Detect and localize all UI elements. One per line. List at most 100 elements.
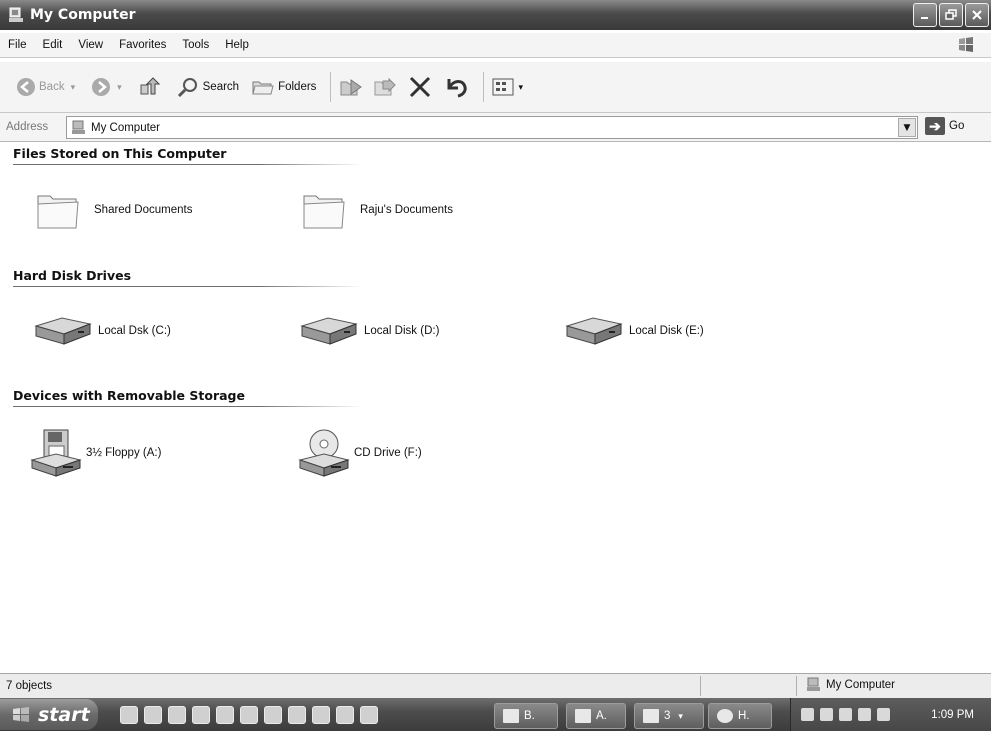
item-label: Shared Documents xyxy=(94,204,193,216)
views-grid-icon xyxy=(492,78,514,96)
quick-launch-icon[interactable] xyxy=(360,705,378,724)
network-icon[interactable] xyxy=(820,708,833,721)
copy-to-icon xyxy=(374,77,397,96)
quick-launch-icon[interactable] xyxy=(192,705,210,724)
shared-documents-item[interactable]: Shared Documents xyxy=(34,188,192,232)
item-label: Local Disk (D:) xyxy=(364,325,440,337)
system-tray: 1:09 PM xyxy=(790,698,991,731)
task-label: H. xyxy=(738,710,750,722)
menu-tools[interactable]: Tools xyxy=(174,39,217,51)
go-button[interactable]: ➔ Go xyxy=(925,117,964,135)
window-title: My Computer xyxy=(30,7,136,23)
quick-launch-icon[interactable] xyxy=(240,705,258,724)
word-icon[interactable] xyxy=(216,705,234,724)
minimize-button[interactable] xyxy=(913,3,937,27)
object-count: 7 objects xyxy=(6,680,53,692)
task-button-image[interactable]: A. xyxy=(566,703,626,729)
quick-launch-icon[interactable] xyxy=(264,705,282,724)
local-disk-e-item[interactable]: Local Disk (E:) xyxy=(563,314,704,348)
quick-launch-icon[interactable] xyxy=(120,705,138,724)
quick-launch-icon[interactable] xyxy=(288,705,306,724)
floppy-a-item[interactable]: 3½ Floppy (A:) xyxy=(30,428,161,478)
browser-icon[interactable] xyxy=(144,705,162,724)
task-button-word[interactable]: B. xyxy=(494,703,558,729)
search-label: Search xyxy=(202,81,240,93)
local-disk-d-item[interactable]: Local Disk (D:) xyxy=(298,314,439,348)
tray-icon[interactable] xyxy=(877,708,890,721)
image-app-icon xyxy=(575,709,591,723)
menu-help[interactable]: Help xyxy=(217,39,257,51)
toolbar: Back ▾ ▾ Search Folders ▾ xyxy=(0,62,991,113)
quick-launch-icon[interactable] xyxy=(312,705,330,724)
status-location-label: My Computer xyxy=(826,679,896,691)
rajus-documents-item[interactable]: Raju's Documents xyxy=(300,188,453,232)
content-pane: Files Stored on This Computer Shared Doc… xyxy=(0,142,991,667)
group-title-files: Files Stored on This Computer xyxy=(13,146,227,161)
task-button-help[interactable]: H. xyxy=(708,703,772,729)
delete-x-icon xyxy=(410,76,431,98)
close-button[interactable] xyxy=(965,3,989,27)
folders-button[interactable]: Folders xyxy=(251,77,316,97)
group-title-drives: Hard Disk Drives xyxy=(13,268,132,283)
group-divider xyxy=(13,406,363,407)
task-button-folders-group[interactable]: 3 ▾ xyxy=(634,703,704,729)
folders-icon xyxy=(252,81,274,95)
toolbar-separator-2 xyxy=(483,72,485,102)
move-to-button[interactable] xyxy=(339,76,363,98)
forward-arrow-icon xyxy=(92,78,111,96)
close-icon xyxy=(972,10,982,20)
title-bar[interactable]: My Computer xyxy=(0,0,991,30)
item-label: Local Disk (E:) xyxy=(629,325,704,337)
search-button[interactable]: Search xyxy=(176,76,239,98)
start-button[interactable]: start xyxy=(0,699,98,730)
up-folder-icon xyxy=(140,77,160,95)
views-dropdown-icon[interactable]: ▾ xyxy=(518,82,523,93)
chevron-down-icon: ▼ xyxy=(903,122,911,133)
address-input[interactable]: My Computer ▼ xyxy=(66,116,918,139)
undo-button[interactable] xyxy=(443,75,469,99)
back-dropdown-icon[interactable]: ▾ xyxy=(71,82,76,93)
address-bar: Address My Computer ▼ ➔ Go xyxy=(0,113,991,142)
status-divider xyxy=(796,676,797,696)
address-value: My Computer xyxy=(91,121,161,134)
menu-file[interactable]: File xyxy=(0,39,35,51)
clock[interactable]: 1:09 PM xyxy=(931,709,974,721)
tray-icon[interactable] xyxy=(801,708,814,721)
taskbar: start B. A. 3 ▾ H. 1:09 PM xyxy=(0,698,991,731)
quick-launch xyxy=(120,705,378,724)
forward-button[interactable]: ▾ xyxy=(91,77,122,97)
restore-button[interactable] xyxy=(939,3,963,27)
back-arrow-icon xyxy=(17,78,35,96)
item-label: CD Drive (F:) xyxy=(354,447,422,459)
up-folder-button[interactable] xyxy=(138,76,160,98)
floppy-drive-icon xyxy=(30,429,82,477)
restore-icon xyxy=(945,9,957,20)
menu-view[interactable]: View xyxy=(70,39,111,51)
windows-flag-icon xyxy=(13,706,29,722)
back-button[interactable]: Back ▾ xyxy=(16,77,75,97)
word-doc-icon xyxy=(503,709,519,723)
menu-edit[interactable]: Edit xyxy=(35,39,71,51)
folders-label: Folders xyxy=(278,81,317,93)
menu-favorites[interactable]: Favorites xyxy=(111,39,174,51)
tray-icon[interactable] xyxy=(858,708,871,721)
go-arrow-icon: ➔ xyxy=(925,117,945,135)
status-location: My Computer xyxy=(806,677,895,693)
address-dropdown-button[interactable]: ▼ xyxy=(898,118,916,137)
quick-launch-icon[interactable] xyxy=(168,705,186,724)
tray-icon[interactable] xyxy=(839,708,852,721)
local-disk-c-item[interactable]: Local Dsk (C:) xyxy=(32,314,171,348)
move-to-icon xyxy=(340,79,363,96)
toolbar-separator xyxy=(330,72,332,102)
folder-icon xyxy=(303,195,345,229)
cd-drive-icon xyxy=(298,429,350,477)
quick-launch-icon[interactable] xyxy=(336,705,354,724)
copy-to-button[interactable] xyxy=(373,76,397,98)
views-button[interactable]: ▾ xyxy=(492,77,523,97)
my-computer-small-icon xyxy=(807,677,820,691)
delete-button[interactable] xyxy=(407,75,433,99)
start-label: start xyxy=(38,703,90,726)
cd-drive-f-item[interactable]: CD Drive (F:) xyxy=(298,428,422,478)
group-divider xyxy=(13,164,363,165)
forward-dropdown-icon[interactable]: ▾ xyxy=(117,82,122,93)
